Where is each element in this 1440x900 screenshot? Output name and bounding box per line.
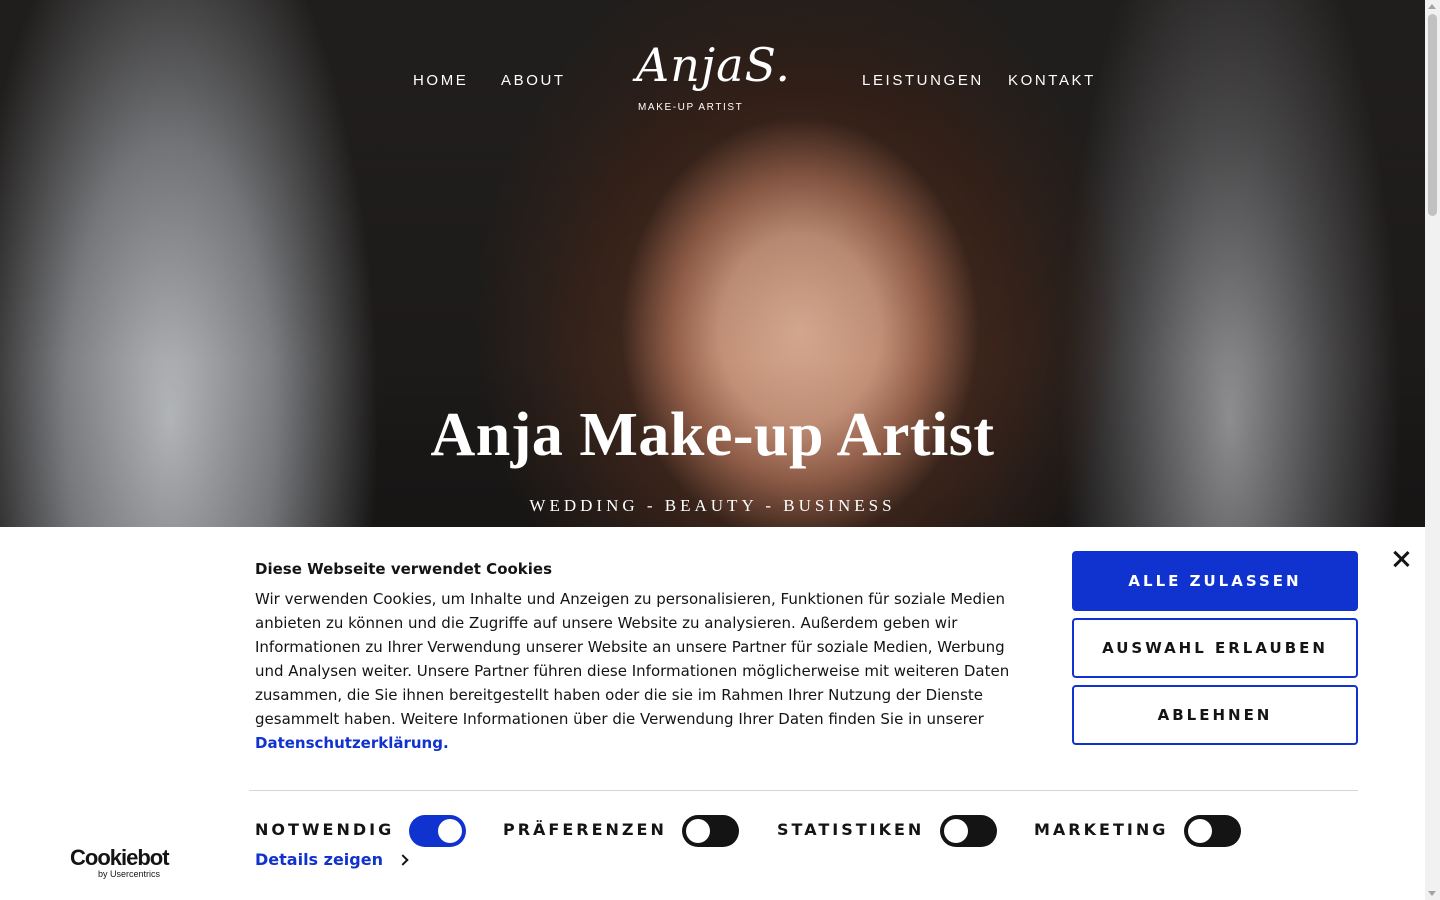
- cookie-banner: Diese Webseite verwendet Cookies Wir ver…: [0, 527, 1425, 900]
- details-link[interactable]: Details zeigen: [255, 850, 409, 869]
- toggle-label-necessary: NOTWENDIG: [255, 820, 395, 839]
- toggle-knob: [1188, 819, 1212, 843]
- chevron-right-icon: [397, 854, 409, 866]
- toggle-label-marketing: MARKETING: [1034, 820, 1169, 839]
- divider: [249, 790, 1358, 791]
- toggle-knob: [944, 819, 968, 843]
- scroll-down-icon[interactable]: [1428, 891, 1436, 896]
- toggle-label-statistics: STATISTIKEN: [777, 820, 925, 839]
- toggle-marketing[interactable]: [1184, 815, 1241, 847]
- cookie-title: Diese Webseite verwendet Cookies: [255, 560, 553, 578]
- nav-home[interactable]: HOME: [413, 72, 468, 89]
- toggle-preferences[interactable]: [682, 815, 739, 847]
- cookiebot-by: by Usercentrics: [98, 869, 161, 879]
- hero-subtitle: WEDDING - BEAUTY - BUSINESS: [529, 496, 896, 515]
- toggle-statistics[interactable]: [940, 815, 997, 847]
- consent-toggles: NOTWENDIG PRÄFERENZEN STATISTIKEN MARKET…: [0, 815, 1425, 849]
- cookie-body-text: Wir verwenden Cookies, um Inhalte und An…: [255, 590, 1010, 728]
- logo-subtitle: MAKE-UP ARTIST: [638, 102, 744, 113]
- toggle-necessary[interactable]: [409, 815, 466, 847]
- toggle-label-preferences: PRÄFERENZEN: [503, 820, 667, 839]
- allow-selection-button[interactable]: AUSWAHL ERLAUBEN: [1072, 618, 1358, 678]
- nav-leistungen[interactable]: LEISTUNGEN: [862, 72, 984, 89]
- site-logo[interactable]: AnjaS. MAKE-UP ARTIST: [630, 38, 800, 118]
- scrollbar[interactable]: [1425, 0, 1440, 900]
- cookiebot-brand: Cookiebot: [70, 845, 170, 870]
- scrollbar-thumb[interactable]: [1428, 14, 1437, 216]
- nav-kontakt[interactable]: KONTAKT: [1008, 72, 1096, 89]
- toggle-knob: [438, 819, 462, 843]
- hero-title: Anja Make-up Artist: [430, 401, 995, 469]
- allow-all-button[interactable]: ALLE ZULASSEN: [1072, 551, 1358, 611]
- main-nav: HOME ABOUT AnjaS. MAKE-UP ARTIST LEISTUN…: [0, 0, 1425, 160]
- nav-about[interactable]: ABOUT: [501, 72, 566, 89]
- logo-script: AnjaS.: [636, 38, 792, 92]
- cookiebot-logo[interactable]: Cookiebot by Usercentrics: [70, 845, 180, 879]
- cookie-description: Wir verwenden Cookies, um Inhalte und An…: [255, 587, 1025, 755]
- scroll-up-icon[interactable]: [1428, 4, 1436, 9]
- close-icon[interactable]: [1391, 549, 1411, 569]
- deny-button[interactable]: ABLEHNEN: [1072, 685, 1358, 745]
- toggle-knob: [686, 819, 710, 843]
- privacy-link[interactable]: Datenschutzerklärung.: [255, 734, 449, 752]
- details-label: Details zeigen: [255, 850, 383, 869]
